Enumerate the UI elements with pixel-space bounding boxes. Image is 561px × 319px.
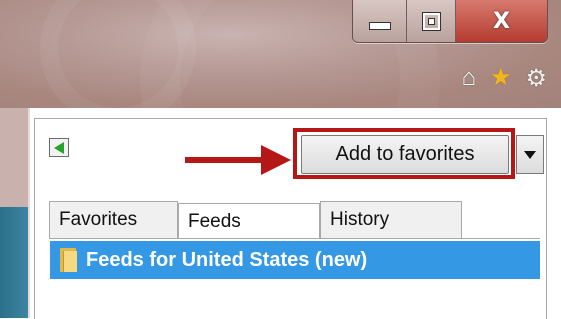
favorites-center-pane: Add to favorites Favorites Feeds History… [34,118,547,319]
frame-divider [28,108,30,318]
home-icon[interactable]: ⌂ [461,66,476,90]
star-icon[interactable]: ★ [490,66,512,90]
close-button[interactable]: X [456,0,547,42]
chevron-down-icon [524,150,536,159]
feed-folder-icon [60,248,77,272]
add-to-favorites-dropdown[interactable] [516,135,544,174]
page-edge [0,207,30,318]
annotation-arrow [185,157,267,163]
tab-history[interactable]: History [320,201,462,238]
tab-favorites[interactable]: Favorites [49,201,178,238]
feed-item-label: Feeds for United States (new) [86,248,368,271]
minimize-button[interactable] [353,0,407,42]
restore-icon [421,11,441,31]
maximize-button[interactable] [407,0,456,42]
favorites-tabs: Favorites Feeds History [49,201,462,239]
window-caption-buttons: X [352,0,548,43]
toolbar-icons: ⌂ ★ ⚙ [461,66,547,91]
window-titlebar: X ⌂ ★ ⚙ [0,0,561,108]
minimize-icon [368,22,391,30]
tab-feeds[interactable]: Feeds [178,203,320,239]
pin-favorites-center-button[interactable] [49,138,69,157]
gear-icon[interactable]: ⚙ [525,66,547,90]
feed-list-item[interactable]: Feeds for United States (new) [50,241,540,279]
close-icon: X [493,8,510,34]
annotation-highlight-box [293,128,515,179]
annotation-arrow-head [261,145,291,175]
tab-divider [49,238,540,239]
pin-arrow-icon [54,141,64,154]
window-frame-left [0,108,30,318]
